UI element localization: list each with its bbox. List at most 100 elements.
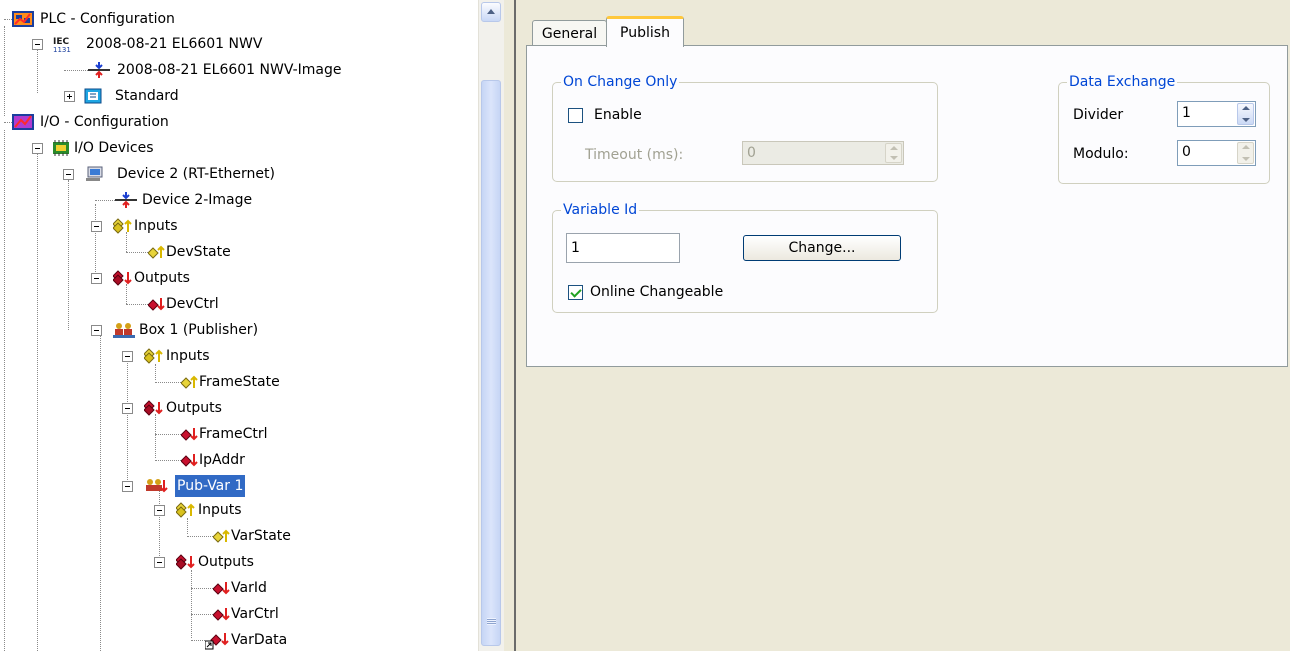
publisher-variable-icon [144,478,168,494]
collapse-icon[interactable] [91,221,102,232]
tab-general[interactable]: General [532,20,607,46]
spin-up-icon [1242,145,1250,149]
tree-node-standard[interactable]: Standard [0,85,300,107]
tree-node-device-outputs[interactable]: Outputs [0,267,300,289]
tree-node-box-inputs[interactable]: Inputs [0,345,300,367]
tree-node-plc-project[interactable]: IEC 1131 2008-08-21 EL6601 NWV [0,33,300,55]
tree-node-varctrl[interactable]: VarCtrl [0,603,320,625]
collapse-icon[interactable] [122,351,133,362]
tree-label: I/O - Configuration [40,114,169,130]
data-exchange-group: Data Exchange Divider 1 Modulo: 0 [1058,73,1270,184]
standard-task-icon [84,88,102,104]
online-changeable-checkbox[interactable] [568,285,583,300]
modulo-input[interactable]: 0 [1177,140,1256,166]
tree-label: 2008-08-21 EL6601 NWV-Image [117,62,342,78]
tree-line [126,252,148,253]
collapse-icon[interactable] [91,325,102,336]
tree-node-plc-image[interactable]: 2008-08-21 EL6601 NWV-Image [0,59,380,81]
tree-node-framestate[interactable]: FrameState [0,371,320,393]
tree-line [95,200,115,201]
tree-node-pubvar1[interactable]: Pub-Var 1 [0,475,320,497]
tree-node-box-outputs[interactable]: Outputs [0,397,300,419]
tree-label: Inputs [198,502,242,518]
publisher-box-icon [113,322,135,338]
tree-node-varid[interactable]: VarId [0,577,320,599]
tree-node-device2[interactable]: Device 2 (RT-Ethernet) [0,163,320,185]
tree-label: Inputs [166,348,210,364]
group-title: On Change Only [561,73,680,91]
tree-line [191,588,213,589]
tree-node-framectrl[interactable]: FrameCtrl [0,423,320,445]
grip-icon [487,618,496,625]
divider-spinner[interactable] [1237,103,1254,125]
io-devices-icon [52,140,70,156]
collapse-icon[interactable] [122,481,133,492]
tree-line [64,70,88,71]
iec-icon: IEC 1131 [52,35,71,54]
tree-label: Standard [115,88,179,104]
scroll-thumb[interactable] [481,80,501,646]
tree-node-pub-inputs[interactable]: Inputs [0,499,300,521]
io-config-icon [12,114,34,130]
tree-node-varstate[interactable]: VarState [0,525,330,547]
tree-node-io-devices[interactable]: I/O Devices [0,137,300,159]
collapse-icon[interactable] [32,143,43,154]
tree-label: I/O Devices [74,140,154,156]
tree-line [155,382,181,383]
tree-line [191,640,205,641]
image-icon [88,62,110,78]
tree-node-io-configuration[interactable]: I/O - Configuration [0,111,300,133]
enable-checkbox[interactable] [568,108,583,123]
timeout-spinner[interactable] [885,143,902,163]
tree-scrollbar[interactable] [478,0,504,651]
divider-input[interactable]: 1 [1177,101,1256,127]
tree-node-ipaddr[interactable]: IpAddr [0,449,320,471]
tree-node-plc-configuration[interactable]: PLC - Configuration [0,8,300,30]
properties-pane: General Publish On Change Only Enable Ti… [516,0,1290,651]
tree-line [4,122,12,123]
tree-node-device2-image[interactable]: Device 2-Image [0,189,320,211]
expand-icon[interactable] [64,91,75,102]
tree-node-vardata[interactable]: VarData [0,629,320,651]
modulo-spinner[interactable] [1237,142,1254,164]
tree-label: VarState [231,528,291,544]
tree-node-box1[interactable]: Box 1 (Publisher) [0,319,320,341]
tree-label: Device 2 (RT-Ethernet) [117,166,275,182]
outputs-icon [112,270,132,286]
tree-node-devctrl[interactable]: DevCtrl [0,293,300,315]
group-title: Data Exchange [1067,73,1178,91]
change-button[interactable]: Change... [743,235,901,261]
tree-label: PLC - Configuration [40,11,175,27]
collapse-icon[interactable] [32,39,43,50]
inputs-icon [175,502,195,518]
project-tree[interactable]: PLC - Configuration IEC 1131 2008-08-21 E… [0,0,478,651]
tree-line [187,536,213,537]
tree-line [155,434,181,435]
publish-tab-panel: On Change Only Enable Timeout (ms): 0 Va… [526,45,1288,367]
divider-label: Divider [1073,107,1124,123]
spin-up-icon [890,146,898,150]
pane-splitter[interactable] [504,0,514,651]
collapse-icon[interactable] [91,273,102,284]
outputs-icon [175,554,195,570]
tree-node-devstate[interactable]: DevState [0,241,300,263]
tree-node-pub-outputs[interactable]: Outputs [0,551,300,573]
variable-id-input[interactable]: 1 [566,233,680,263]
on-change-only-group: On Change Only Enable Timeout (ms): 0 [552,73,938,182]
outputs-icon [143,400,163,416]
collapse-icon[interactable] [63,169,74,180]
collapse-icon[interactable] [122,403,133,414]
scroll-up-button[interactable] [481,2,501,22]
tree-line [4,19,12,20]
collapse-icon[interactable] [154,505,165,516]
tree-label: VarCtrl [231,606,279,622]
tab-publish[interactable]: Publish [606,16,684,47]
collapse-icon[interactable] [154,557,165,568]
plc-config-icon [12,11,34,27]
timeout-input[interactable]: 0 [742,141,904,165]
tree-node-device-inputs[interactable]: Inputs [0,215,300,237]
tree-label: FrameCtrl [199,426,268,442]
inputs-icon [112,218,132,234]
network-device-icon [84,166,103,182]
tree-label: Device 2-Image [142,192,253,208]
